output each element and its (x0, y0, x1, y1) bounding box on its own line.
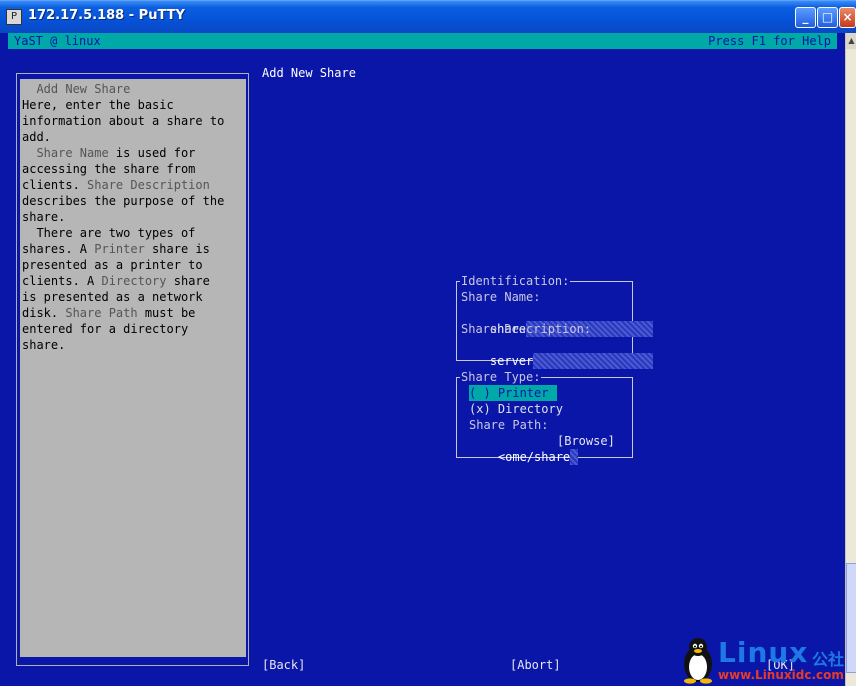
help-text: share. (22, 210, 66, 224)
help-term: Share Name (36, 146, 109, 160)
help-term: Add New Share (22, 82, 131, 96)
help-text: clients. A (22, 274, 102, 288)
help-text: add. (22, 130, 51, 144)
watermark-brand: Linux (718, 636, 809, 669)
watermark-url: www.Linuxidc.com (718, 668, 844, 682)
terminal-area[interactable]: YaST @ linux Press F1 for Help Add New S… (0, 33, 845, 686)
help-text: entered for a directory (22, 322, 189, 336)
help-term: Share Path (65, 306, 138, 320)
identification-legend: Identification: (460, 274, 571, 288)
help-text: presented as a printer to (22, 258, 203, 272)
help-text (22, 146, 36, 160)
help-line: shares. A Printer share is (22, 241, 246, 257)
help-panel: Add New Share Here, enter the basic inform… (20, 79, 246, 657)
yast-host-label: YaST @ linux (14, 34, 101, 48)
close-button[interactable]: × (839, 7, 856, 28)
help-text: is presented as a network (22, 290, 203, 304)
putty-icon[interactable]: P (6, 9, 22, 25)
help-line: entered for a directory (22, 321, 246, 337)
help-text: is used for (108, 146, 196, 160)
help-text: disk. (22, 306, 66, 320)
help-text: shares. A (22, 242, 95, 256)
help-line: accessing the share from (22, 161, 246, 177)
share-name-label: Share Name: (461, 290, 541, 304)
back-button[interactable]: [Back] (262, 657, 305, 673)
share-description-value: server (489, 354, 534, 368)
help-line: add. (22, 129, 246, 145)
scroll-up-icon[interactable]: ▲ (846, 33, 856, 49)
watermark-logo: Linux 公社 www.Linuxidc.com (680, 636, 850, 686)
help-hint: Press F1 for Help (708, 34, 831, 48)
help-line: is presented as a network (22, 289, 246, 305)
help-line: Share Name is used for (22, 145, 246, 161)
help-line: disk. Share Path must be (22, 305, 246, 321)
help-line: clients. A Directory share (22, 273, 246, 289)
help-line: Here, enter the basic (22, 97, 246, 113)
tux-penguin-icon (684, 638, 712, 684)
browse-button[interactable]: [Browse] (557, 433, 615, 449)
help-text: information about a share to (22, 114, 225, 128)
help-line: Add New Share (22, 81, 246, 97)
help-line: presented as a printer to (22, 257, 246, 273)
share-description-label: Share Description: (461, 322, 592, 336)
help-line: share. (22, 209, 246, 225)
share-description-fill (533, 353, 654, 369)
directory-radio[interactable]: (x) Directory (469, 401, 563, 417)
help-line: There are two types of (22, 225, 246, 241)
help-text: share is (144, 242, 210, 256)
help-line: describes the purpose of the (22, 193, 246, 209)
help-text: share. (22, 338, 66, 352)
share-path-fill (570, 449, 579, 465)
vertical-scrollbar[interactable]: ▲ (845, 33, 856, 686)
help-text: accessing the share from (22, 162, 196, 176)
help-text: clients. (22, 178, 88, 192)
page-title: Add New Share (262, 66, 356, 80)
share-name-input[interactable]: share (461, 305, 654, 337)
watermark-cn: 公社 (812, 650, 845, 669)
help-text: share (166, 274, 210, 288)
printer-radio[interactable]: ( ) Printer (469, 385, 557, 401)
maximize-button[interactable]: □ (817, 7, 838, 28)
share-path-label: Share Path: (469, 418, 549, 432)
share-description-input[interactable]: server (461, 337, 654, 369)
window-titlebar[interactable]: P 172.17.5.188 - PuTTY _ □ × (0, 0, 856, 33)
help-term: Printer (94, 242, 145, 256)
help-text: must be (137, 306, 196, 320)
help-line: information about a share to (22, 113, 246, 129)
yast-header-bar: YaST @ linux Press F1 for Help (8, 33, 837, 49)
share-path-value: <ome/share (497, 450, 571, 464)
help-line: share. (22, 337, 246, 353)
abort-button[interactable]: [Abort] (510, 657, 561, 673)
help-term: Directory (101, 274, 167, 288)
share-type-legend: Share Type: (460, 370, 542, 384)
window-title: 172.17.5.188 - PuTTY (28, 8, 185, 23)
minimize-button[interactable]: _ (795, 7, 816, 28)
help-term: Share Description (87, 178, 210, 192)
help-line: clients. Share Description (22, 177, 246, 193)
help-text: There are two types of (22, 226, 196, 240)
help-text: Here, enter the basic (22, 98, 174, 112)
help-text: describes the purpose of the (22, 194, 225, 208)
